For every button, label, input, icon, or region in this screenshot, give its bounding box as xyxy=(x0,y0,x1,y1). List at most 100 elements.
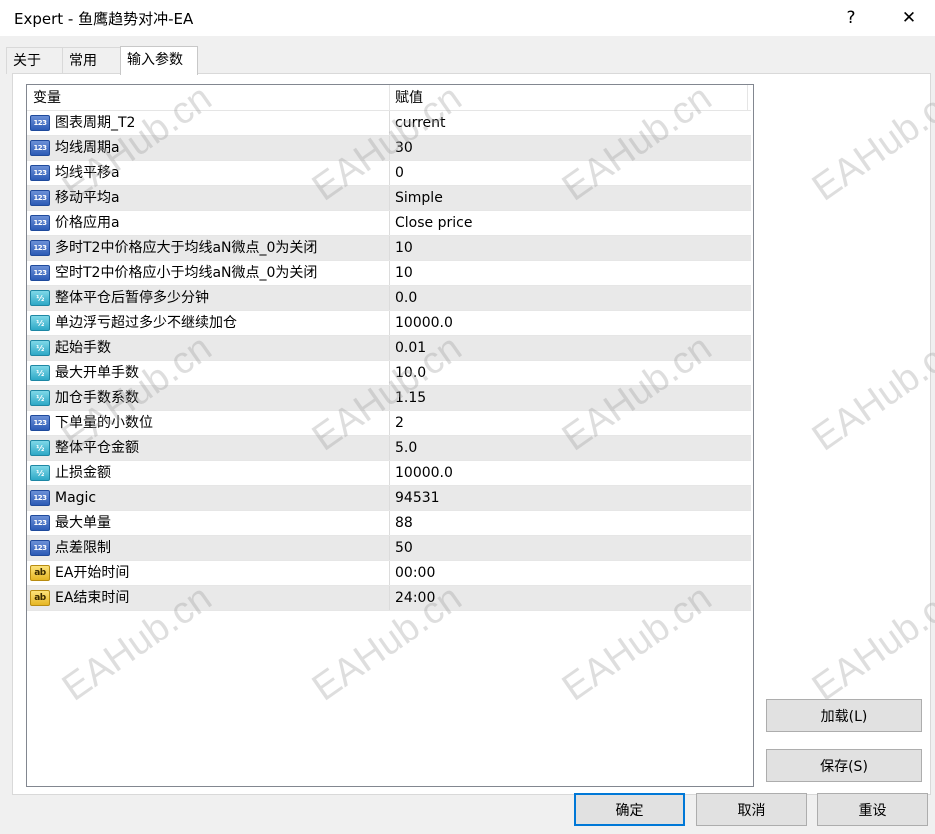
column-divider xyxy=(389,436,390,460)
parameter-value[interactable]: current xyxy=(395,111,446,135)
parameter-value[interactable]: Simple xyxy=(395,186,443,210)
parameter-name: 最大开单手数 xyxy=(55,365,139,381)
parameter-name: 均线周期a xyxy=(55,140,120,156)
parameter-row[interactable]: 123 空时T2中价格应小于均线aN微点_0为关闭 10 xyxy=(27,261,751,286)
parameter-name: 移动平均a xyxy=(55,190,120,206)
parameter-value[interactable]: 0.0 xyxy=(395,286,417,310)
load-button[interactable]: 加载(L) xyxy=(766,699,922,732)
save-button[interactable]: 保存(S) xyxy=(766,749,922,782)
column-divider xyxy=(389,586,390,610)
parameter-row[interactable]: 123 多时T2中价格应大于均线aN微点_0为关闭 10 xyxy=(27,236,751,261)
parameter-row[interactable]: 123 下单量的小数位 2 xyxy=(27,411,751,436)
parameter-value[interactable]: 94531 xyxy=(395,486,440,510)
parameter-value[interactable]: 50 xyxy=(395,536,413,560)
parameter-name: 单边浮亏超过多少不继续加仓 xyxy=(55,315,237,331)
close-icon: ✕ xyxy=(901,8,917,28)
parameter-row[interactable]: 123 图表周期_T2 current xyxy=(27,111,751,136)
column-divider xyxy=(389,186,390,210)
parameter-row[interactable]: ½ 起始手数 0.01 xyxy=(27,336,751,361)
header-divider[interactable] xyxy=(389,85,390,110)
parameter-name: 下单量的小数位 xyxy=(55,415,153,431)
parameter-value[interactable]: 0.01 xyxy=(395,336,426,360)
parameter-value[interactable]: 10000.0 xyxy=(395,311,453,335)
header-value[interactable]: 赋值 xyxy=(395,85,423,110)
column-divider xyxy=(389,111,390,135)
parameter-value[interactable]: 10.0 xyxy=(395,361,426,385)
header-variable[interactable]: 变量 xyxy=(33,85,61,110)
int-type-icon: 123 xyxy=(30,240,50,256)
parameter-value[interactable]: 24:00 xyxy=(395,586,435,610)
parameter-name: 起始手数 xyxy=(55,340,111,356)
parameter-name: 图表周期_T2 xyxy=(55,115,136,131)
header-divider[interactable] xyxy=(747,85,748,110)
column-divider xyxy=(389,136,390,160)
double-type-icon: ½ xyxy=(30,315,50,331)
parameter-name: 止损金额 xyxy=(55,465,111,481)
parameter-value[interactable]: 2 xyxy=(395,411,404,435)
tab-inputs[interactable]: 输入参数 xyxy=(120,46,198,75)
help-button[interactable]: ? xyxy=(828,2,874,34)
parameter-name: 价格应用a xyxy=(55,215,120,231)
parameter-value[interactable]: 0 xyxy=(395,161,404,185)
string-type-icon: ab xyxy=(30,565,50,581)
parameter-row[interactable]: ab EA结束时间 24:00 xyxy=(27,586,751,611)
int-type-icon: 123 xyxy=(30,415,50,431)
grid-header: 变量 赋值 xyxy=(27,85,751,111)
parameter-row[interactable]: 123 均线周期a 30 xyxy=(27,136,751,161)
parameter-row[interactable]: ab EA开始时间 00:00 xyxy=(27,561,751,586)
parameter-name: EA结束时间 xyxy=(55,590,130,606)
column-divider xyxy=(389,411,390,435)
parameter-value[interactable]: 00:00 xyxy=(395,561,435,585)
int-type-icon: 123 xyxy=(30,115,50,131)
parameter-value[interactable]: 10 xyxy=(395,236,413,260)
cancel-button[interactable]: 取消 xyxy=(696,793,807,826)
parameter-name: 整体平仓后暂停多少分钟 xyxy=(55,290,209,306)
parameter-row[interactable]: ½ 最大开单手数 10.0 xyxy=(27,361,751,386)
parameter-row[interactable]: 123 点差限制 50 xyxy=(27,536,751,561)
parameter-name: 加仓手数系数 xyxy=(55,390,139,406)
int-type-icon: 123 xyxy=(30,265,50,281)
column-divider xyxy=(389,336,390,360)
int-type-icon: 123 xyxy=(30,165,50,181)
tab-about[interactable]: 关于 xyxy=(6,47,70,74)
tab-common[interactable]: 常用 xyxy=(62,47,126,74)
parameter-value[interactable]: 10000.0 xyxy=(395,461,453,485)
tab-about-label: 关于 xyxy=(13,53,41,69)
column-divider xyxy=(389,511,390,535)
double-type-icon: ½ xyxy=(30,465,50,481)
parameter-row[interactable]: ½ 整体平仓后暂停多少分钟 0.0 xyxy=(27,286,751,311)
int-type-icon: 123 xyxy=(30,140,50,156)
reset-button[interactable]: 重设 xyxy=(817,793,928,826)
parameter-value[interactable]: 1.15 xyxy=(395,386,426,410)
column-divider xyxy=(389,311,390,335)
column-divider xyxy=(389,211,390,235)
parameter-row[interactable]: ½ 单边浮亏超过多少不继续加仓 10000.0 xyxy=(27,311,751,336)
int-type-icon: 123 xyxy=(30,490,50,506)
parameter-row[interactable]: ½ 加仓手数系数 1.15 xyxy=(27,386,751,411)
parameter-row[interactable]: 123 均线平移a 0 xyxy=(27,161,751,186)
parameter-row[interactable]: 123 Magic 94531 xyxy=(27,486,751,511)
parameter-row[interactable]: 123 移动平均a Simple xyxy=(27,186,751,211)
column-divider xyxy=(389,386,390,410)
double-type-icon: ½ xyxy=(30,340,50,356)
title-bar: Expert - 鱼鹰趋势对冲-EA ? ✕ xyxy=(0,0,935,36)
close-button[interactable]: ✕ xyxy=(886,2,932,34)
parameter-value[interactable]: 88 xyxy=(395,511,413,535)
parameter-row[interactable]: ½ 整体平仓金额 5.0 xyxy=(27,436,751,461)
parameter-row[interactable]: 123 价格应用a Close price xyxy=(27,211,751,236)
parameter-value[interactable]: 30 xyxy=(395,136,413,160)
parameters-grid[interactable]: 变量 赋值 123 图表周期_T2 current 123 均线周期a 30 123 均线平移… xyxy=(26,84,754,787)
int-type-icon: 123 xyxy=(30,540,50,556)
string-type-icon: ab xyxy=(30,590,50,606)
ok-button[interactable]: 确定 xyxy=(574,793,685,826)
parameter-name: 点差限制 xyxy=(55,540,111,556)
column-divider xyxy=(389,161,390,185)
parameter-value[interactable]: Close price xyxy=(395,211,472,235)
column-divider xyxy=(389,361,390,385)
double-type-icon: ½ xyxy=(30,440,50,456)
double-type-icon: ½ xyxy=(30,290,50,306)
parameter-value[interactable]: 5.0 xyxy=(395,436,417,460)
parameter-row[interactable]: ½ 止损金额 10000.0 xyxy=(27,461,751,486)
parameter-value[interactable]: 10 xyxy=(395,261,413,285)
parameter-row[interactable]: 123 最大单量 88 xyxy=(27,511,751,536)
